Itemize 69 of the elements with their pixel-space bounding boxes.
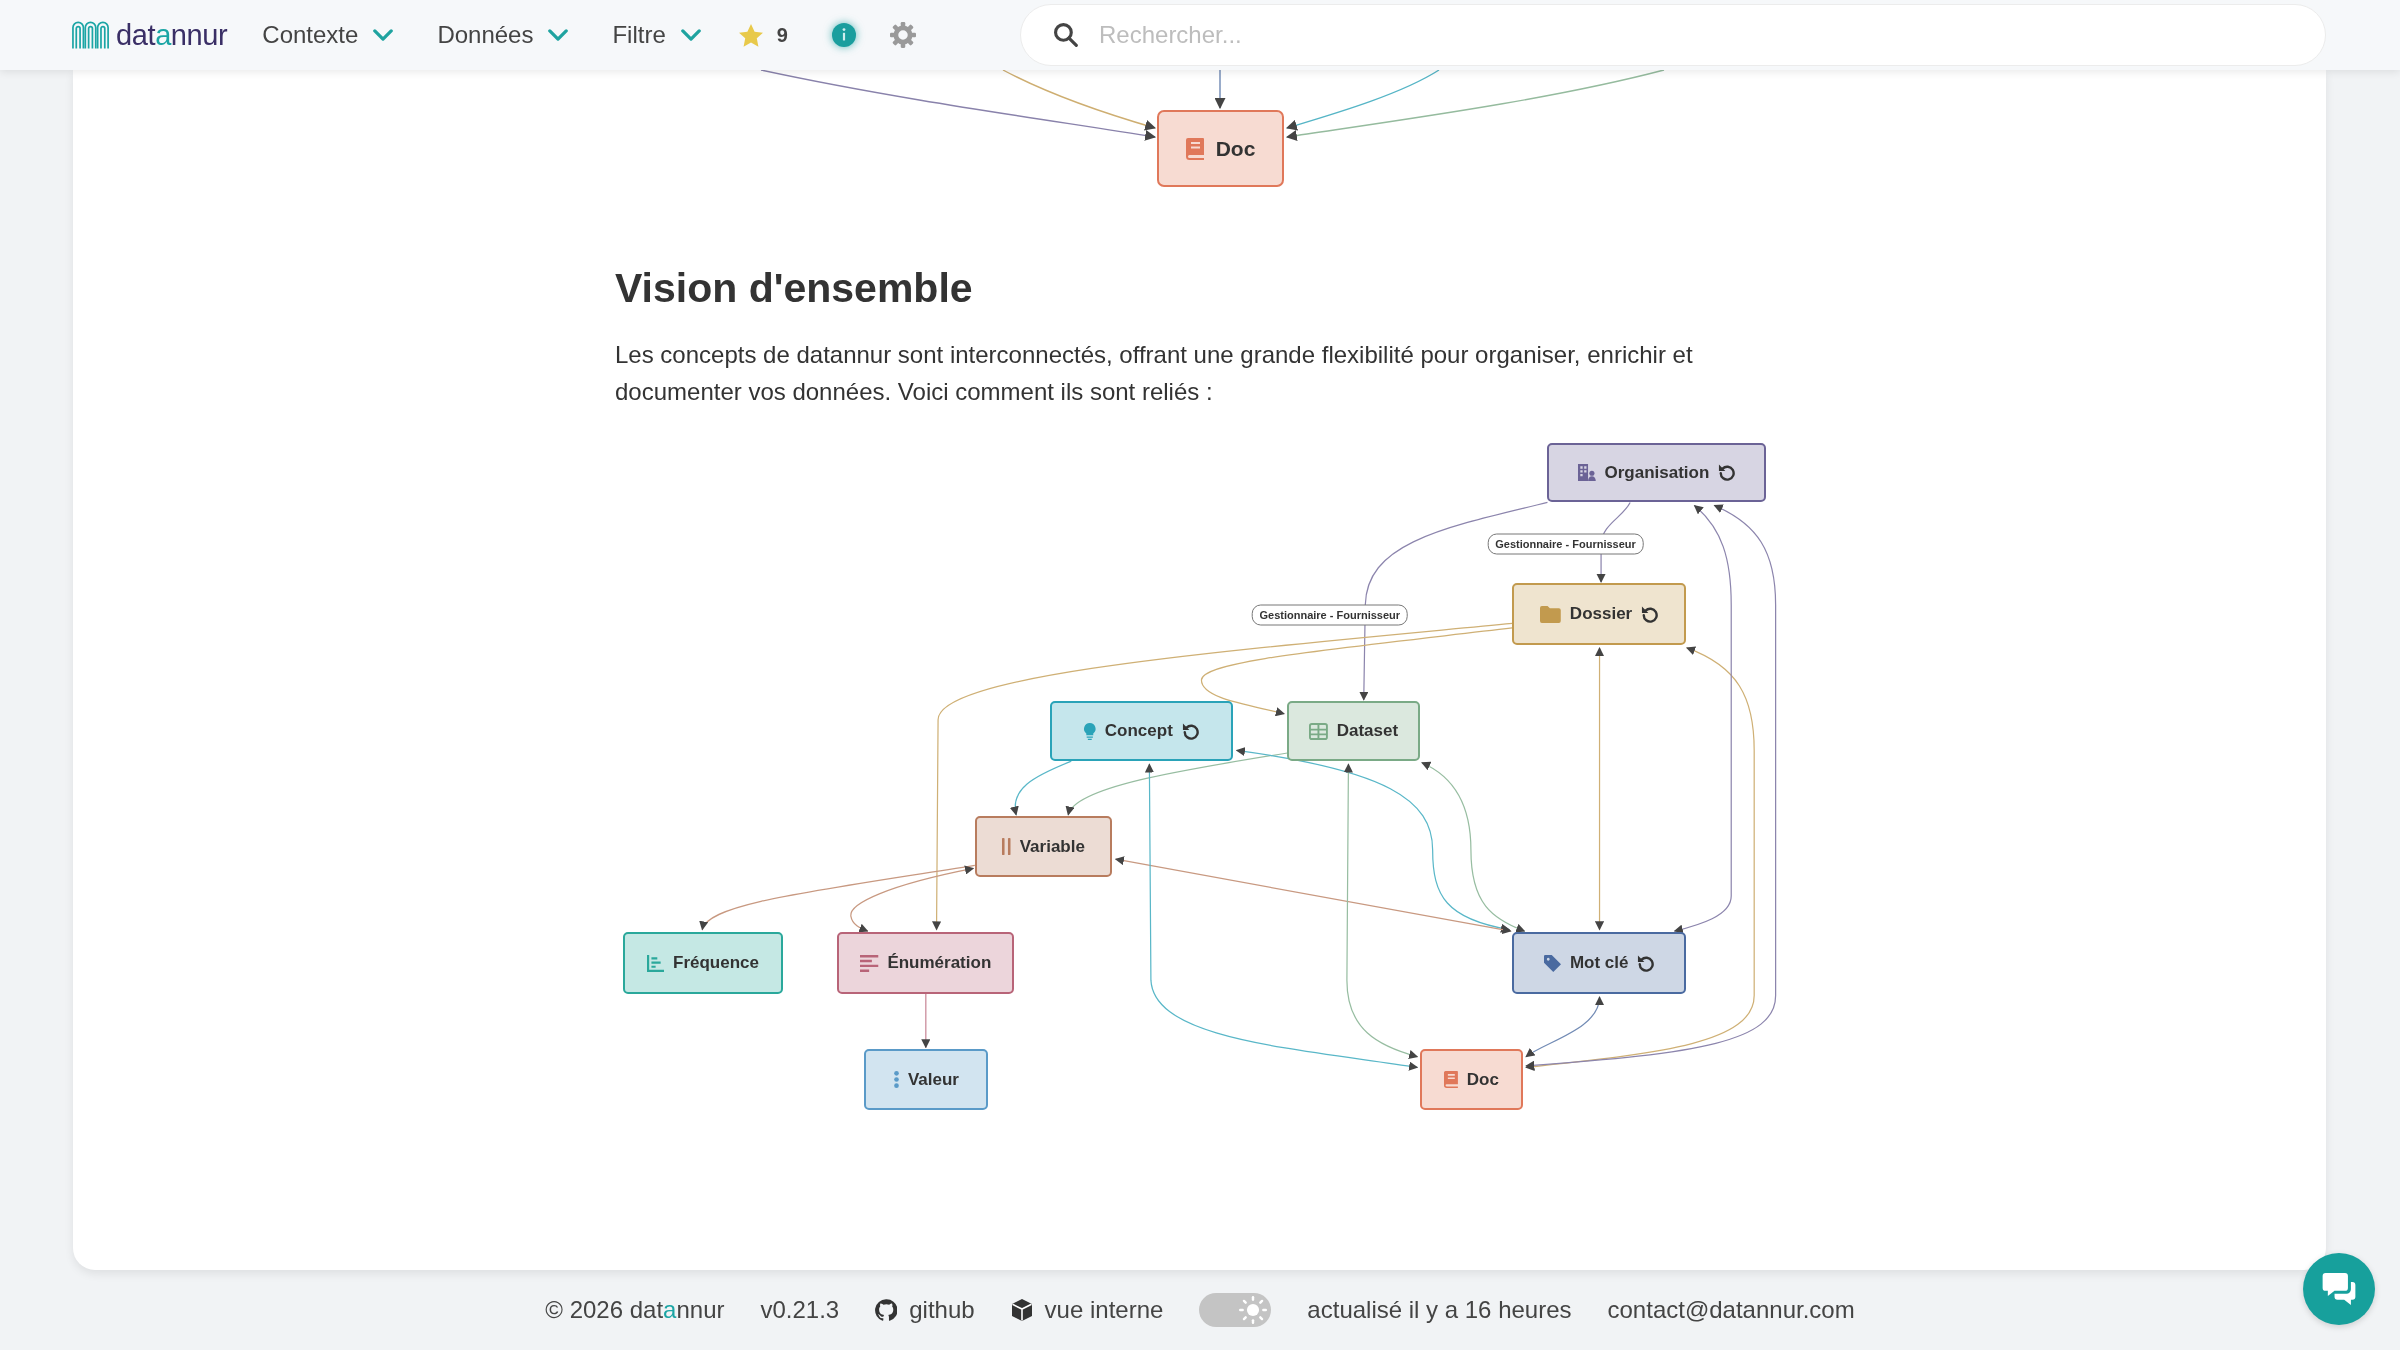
updated-text: actualisé il y a 16 heures [1307,1295,1572,1325]
favorites-button[interactable]: 9 [738,20,788,50]
search-field[interactable]: Rechercher... [1020,4,2326,66]
diagram-node[interactable]: Dataset [1286,701,1421,761]
diagram-node[interactable]: Fréquence [622,932,784,994]
diagram-node[interactable]: Organisation [1547,442,1766,503]
copyright-text: © 2026 datannur [545,1295,725,1325]
settings-icon[interactable] [889,22,916,48]
refresh-icon [1181,722,1199,740]
node-label: Énumération [887,952,992,975]
menu-dropdown[interactable]: Filtre [612,17,701,53]
github-icon [875,1299,898,1321]
search-icon [1054,23,1078,47]
refresh-icon [1718,464,1736,481]
chevron-down-icon [680,29,701,41]
connector-arrow [921,993,931,1049]
node-label: Mot clé [1569,952,1629,975]
star-icon [738,23,763,47]
section-heading: Vision d'ensemble [615,264,974,313]
github-link[interactable]: github [875,1292,975,1328]
book-icon [1185,137,1204,160]
logo-link[interactable]: datannur [72,20,228,50]
version-text: v0.21.3 [760,1295,840,1325]
section-paragraph: Les concepts de datannur sont interconnectés, offrant une grande flexibilité pour organiser, enrichir et documenter vos données. Voici comment ils sont reliés : [615,340,1694,407]
cube-icon [1010,1299,1033,1321]
node-label: Variable [1019,835,1085,858]
folder-icon [1540,605,1561,623]
edge-label: Gestionnaire - Fournisseur [1487,533,1644,555]
chevron-down-icon [548,29,569,41]
table-icon [1308,722,1328,740]
node-label: Doc [1466,1068,1499,1091]
diagram-node[interactable]: Concept [1049,701,1234,761]
diagram-node[interactable]: Doc [1420,1048,1523,1110]
node-label: Fréquence [673,952,759,975]
tag-icon [1543,954,1561,972]
logo-icon [72,20,110,50]
diagram-node[interactable]: Valeur [864,1048,989,1110]
connector-arrow [1214,69,1226,110]
diagram-node[interactable]: Mot clé [1511,932,1687,994]
chevron-down-icon [373,29,394,41]
contact-email-link[interactable]: contact@datannur.com [1607,1292,1855,1328]
edge-label: Gestionnaire - Fournisseur [1251,604,1409,626]
chat-button[interactable] [2303,1253,2375,1325]
menu-dropdown[interactable]: Données [437,17,569,53]
book-icon [1443,1070,1458,1088]
list-icon [860,954,879,972]
diagram-node[interactable]: Variable [974,816,1113,878]
sun-icon [1239,1296,1268,1324]
menu-dropdown[interactable]: Contexte [262,17,394,53]
diagram-node[interactable]: Doc [1157,110,1284,187]
diagram-node[interactable]: Dossier [1511,583,1687,645]
node-label: Valeur [907,1068,959,1091]
info-icon[interactable] [831,23,856,47]
theme-toggle[interactable] [1199,1293,1272,1327]
vertical-dots-icon [893,1070,899,1088]
node-label: Dataset [1336,720,1399,743]
node-label: Dossier [1569,603,1633,626]
diagram-node[interactable]: Énumération [836,932,1015,994]
vertical-bars-icon [1002,838,1011,856]
node-label: Concept [1104,720,1173,743]
internal-view-link[interactable]: vue interne [1010,1292,1164,1328]
refresh-icon [1637,954,1655,972]
node-label: Doc [1215,135,1256,162]
node-label: Organisation [1604,461,1710,484]
building-person-icon [1577,464,1596,481]
chat-bubbles-icon [2321,1273,2357,1305]
refresh-icon [1641,605,1659,623]
bar-chart-icon [647,954,664,972]
lightbulb-icon [1084,722,1096,740]
